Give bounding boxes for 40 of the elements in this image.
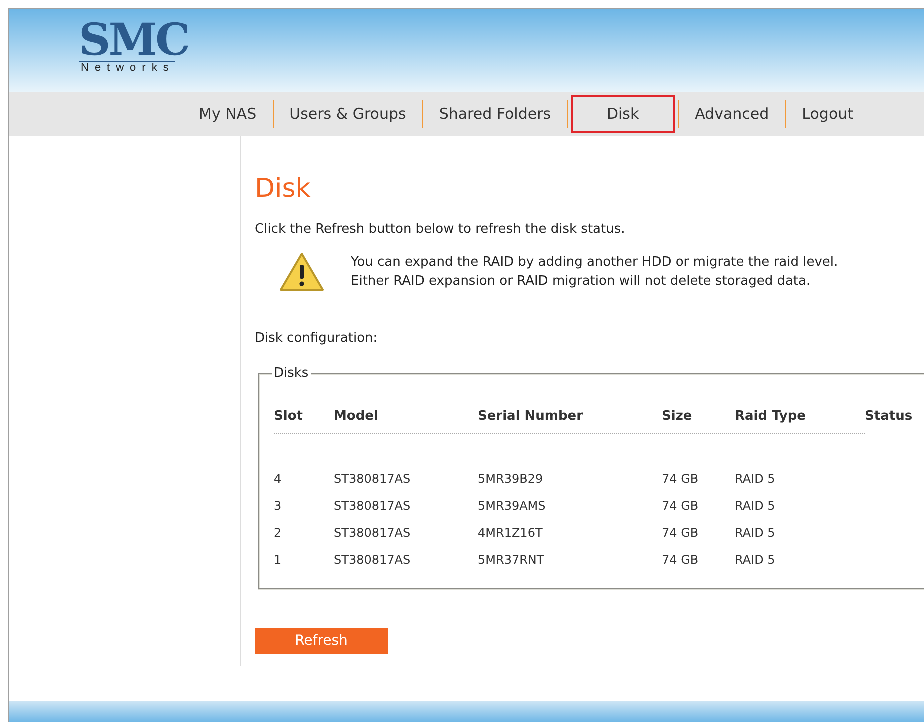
column-header: Slot [274,408,304,426]
table-cell-text: RAID 5 [735,525,776,542]
table-cell-text: 2 [274,525,283,542]
warning-icon [279,251,325,293]
page-title: Disk [255,174,312,204]
table-cell-text: ST380817AS [334,498,412,515]
table-cell-text: ST380817AS [334,471,412,488]
nav-tab[interactable]: Users & Groups [276,101,420,127]
table-cell-text: 74 GB [662,552,700,569]
notice-text: You can expand the RAID by adding another HDD or migrate the raid level. Either RAID expansion or RAID migration will not delete storaged data. [351,254,838,291]
table-cell-text: RAID 5 [735,498,776,515]
table-cell-text: ST380817AS [334,552,412,569]
nav-tab[interactable]: Logout [789,101,867,127]
table-cell-text: 5MR37RNT [478,552,546,569]
nav-tab[interactable]: My NAS [186,101,270,127]
table-cell-text: 4MR1Z16T [478,525,544,542]
column-header: Status [865,408,914,426]
table-cell-text: ST380817AS [334,525,412,542]
table-cell-text: 5MR39AMS [478,498,547,515]
table-cell-text: 5MR39B29 [478,471,544,488]
table-cell-text: 74 GB [662,471,700,488]
table-cell-text: 74 GB [662,525,700,542]
column-header: Serial Number [478,408,584,426]
table-cell-text: RAID 5 [735,552,776,569]
table-cell-text: 3 [274,498,283,515]
nav-tab[interactable]: Disk [571,95,676,133]
column-header: Raid Type [735,408,807,426]
panel-legend: Disks [272,366,311,381]
nav-tab[interactable]: Shared Folders [426,101,564,127]
logo-brand: SMC [79,21,188,61]
logo-tagline: Networks [79,61,175,75]
column-header: Size [662,408,694,426]
table-cell-text: RAID 5 [735,471,776,488]
table-cell-text: 4 [274,471,283,488]
table-cell-text: 74 GB [662,498,700,515]
nav-tab[interactable]: Advanced [682,101,782,127]
intro-text: Click the Refresh button below to refresh the disk status. [255,222,626,237]
table-cell-text: 1 [274,552,283,569]
column-header: Model [334,408,380,426]
config-label: Disk configuration: [255,331,379,346]
